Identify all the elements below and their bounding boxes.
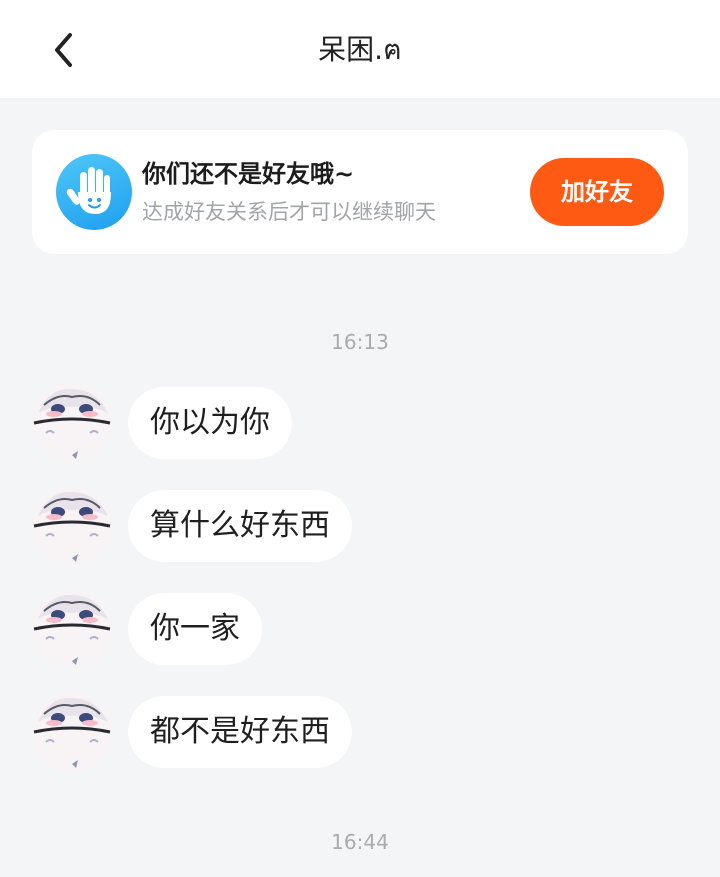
message-bubble[interactable]: 都不是好东西	[128, 696, 352, 768]
avatar[interactable]	[32, 486, 112, 566]
timestamp: 16:13	[331, 330, 389, 354]
notice-subtitle: 达成好友关系后才可以继续聊天	[142, 200, 436, 224]
top-bar: 呆困.ฅ	[0, 0, 720, 98]
avatar[interactable]	[32, 383, 112, 463]
message-row: 算什么好东西	[32, 486, 688, 566]
notice-title: 你们还不是好友哦~	[142, 160, 355, 188]
message-row: 你一家	[32, 589, 688, 669]
message-bubble[interactable]: 你以为你	[128, 387, 292, 459]
avatar[interactable]	[32, 589, 112, 669]
hand-wave-icon	[56, 154, 132, 230]
avatar[interactable]	[32, 692, 112, 772]
chat-title: 呆困.ฅ	[318, 33, 402, 66]
message-bubble[interactable]: 你一家	[128, 593, 262, 665]
not-friend-notice: 你们还不是好友哦~ 达成好友关系后才可以继续聊天 加好友	[32, 130, 688, 254]
add-friend-button[interactable]: 加好友	[530, 158, 664, 226]
message-row: 你以为你	[32, 383, 688, 463]
message-row: 都不是好东西	[32, 692, 688, 772]
message-bubble[interactable]: 算什么好东西	[128, 490, 352, 562]
timestamp: 16:44	[331, 830, 389, 854]
